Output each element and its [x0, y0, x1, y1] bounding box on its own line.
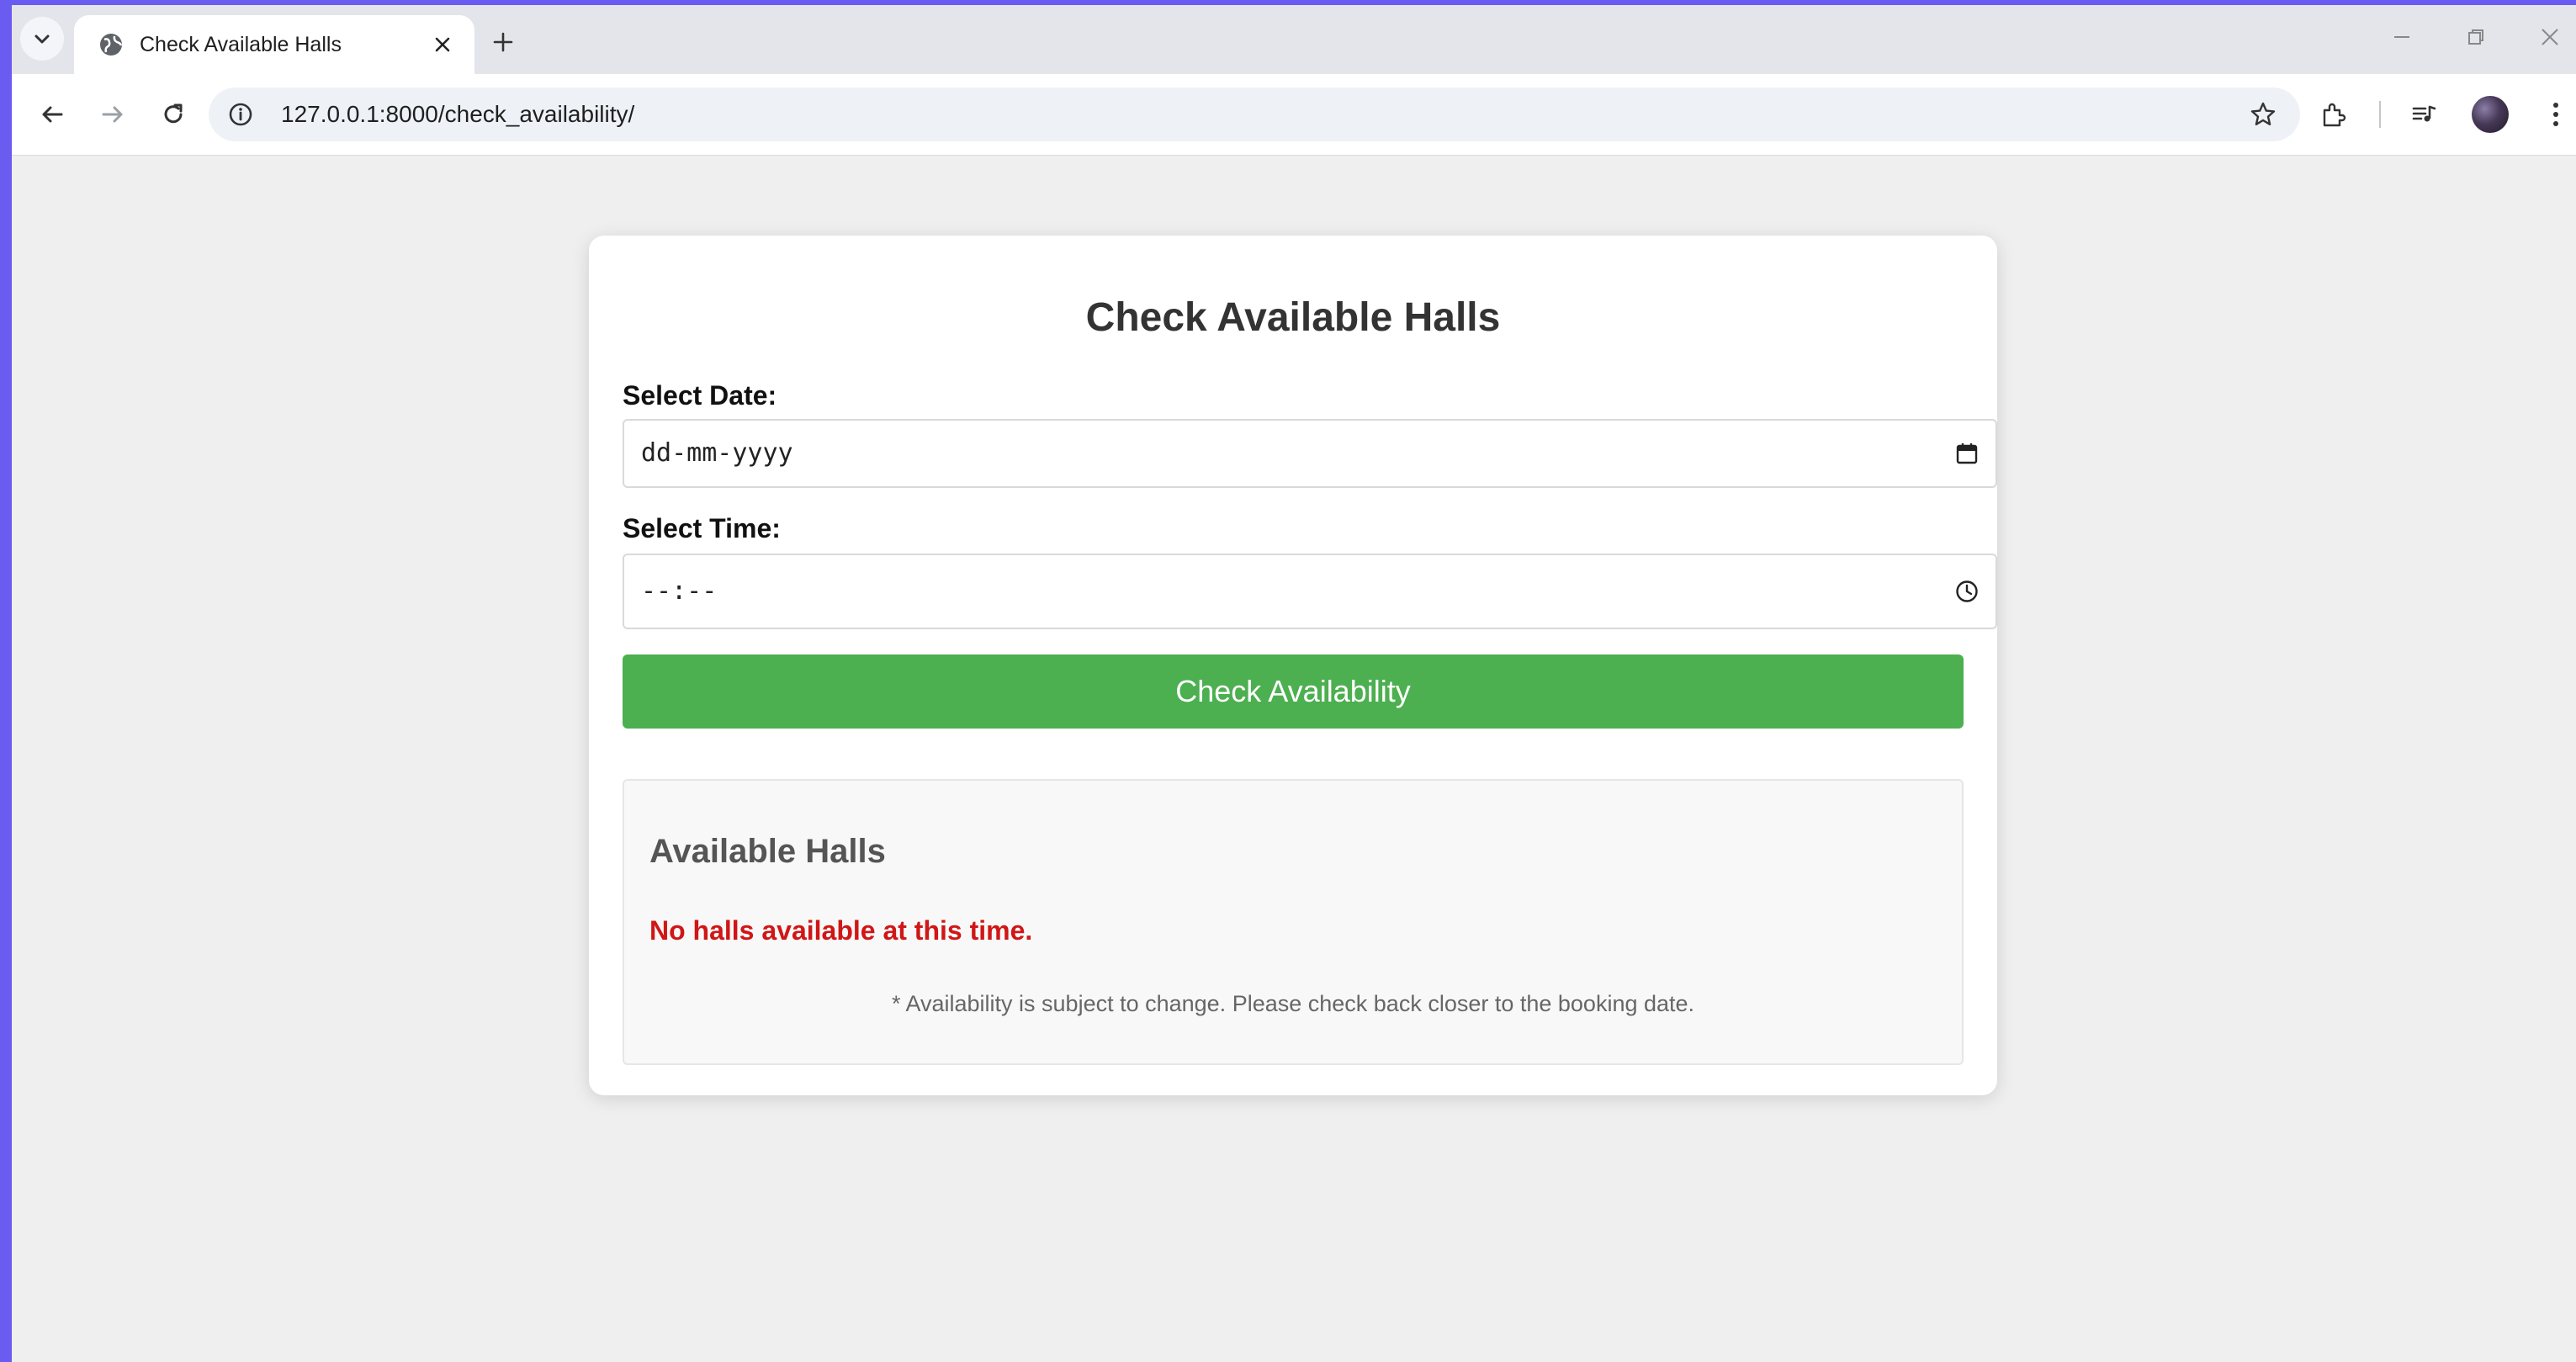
reload-icon[interactable]: [151, 93, 195, 136]
star-icon[interactable]: [2246, 98, 2280, 131]
tab-search-icon[interactable]: [20, 17, 64, 61]
date-input[interactable]: dd-mm-yyyy: [623, 419, 1997, 488]
page-title: Check Available Halls: [1085, 295, 1501, 340]
tab-title: Check Available Halls: [140, 32, 342, 56]
avatar[interactable]: [2472, 96, 2509, 133]
no-results-message: No halls available at this time.: [649, 915, 1033, 946]
time-input-value: --:--: [641, 576, 718, 606]
toolbar-divider: [2379, 101, 2381, 128]
availability-card: Check Available Halls Select Date: dd-mm…: [589, 236, 1997, 1095]
plus-icon[interactable]: [483, 22, 523, 62]
browser-toolbar: 127.0.0.1:8000/check_availability/: [12, 74, 2576, 156]
date-label: Select Date:: [623, 380, 777, 411]
time-label: Select Time:: [623, 513, 781, 543]
results-panel: Available Halls No halls available at th…: [623, 779, 1964, 1065]
date-input-value: dd-mm-yyyy: [641, 438, 793, 468]
globe-icon: [98, 31, 125, 58]
site-info-icon[interactable]: [224, 98, 257, 131]
more-icon[interactable]: [2534, 93, 2576, 136]
tab-strip: Check Available Halls: [12, 5, 2576, 74]
check-availability-button[interactable]: Check Availability: [623, 655, 1964, 729]
address-bar[interactable]: 127.0.0.1:8000/check_availability/: [209, 87, 2300, 141]
results-title: Available Halls: [649, 833, 886, 870]
time-input[interactable]: --:--: [623, 554, 1997, 629]
extensions-icon[interactable]: [2312, 93, 2356, 136]
forward-icon[interactable]: [91, 93, 135, 136]
clock-icon[interactable]: [1950, 575, 1984, 608]
minimize-icon[interactable]: [2372, 17, 2431, 57]
close-icon[interactable]: [426, 28, 459, 61]
calendar-icon[interactable]: [1950, 437, 1984, 470]
browser-tab[interactable]: Check Available Halls: [74, 15, 474, 74]
restore-icon[interactable]: [2446, 17, 2505, 57]
back-icon[interactable]: [30, 93, 74, 136]
media-queue-icon[interactable]: [2403, 93, 2446, 136]
window-close-icon[interactable]: [2520, 17, 2576, 57]
url-text[interactable]: 127.0.0.1:8000/check_availability/: [281, 87, 634, 141]
availability-note: * Availability is subject to change. Ple…: [891, 991, 1695, 1016]
browser-window: Check Available Halls 127.0.0.1:8000/che…: [12, 5, 2576, 1362]
